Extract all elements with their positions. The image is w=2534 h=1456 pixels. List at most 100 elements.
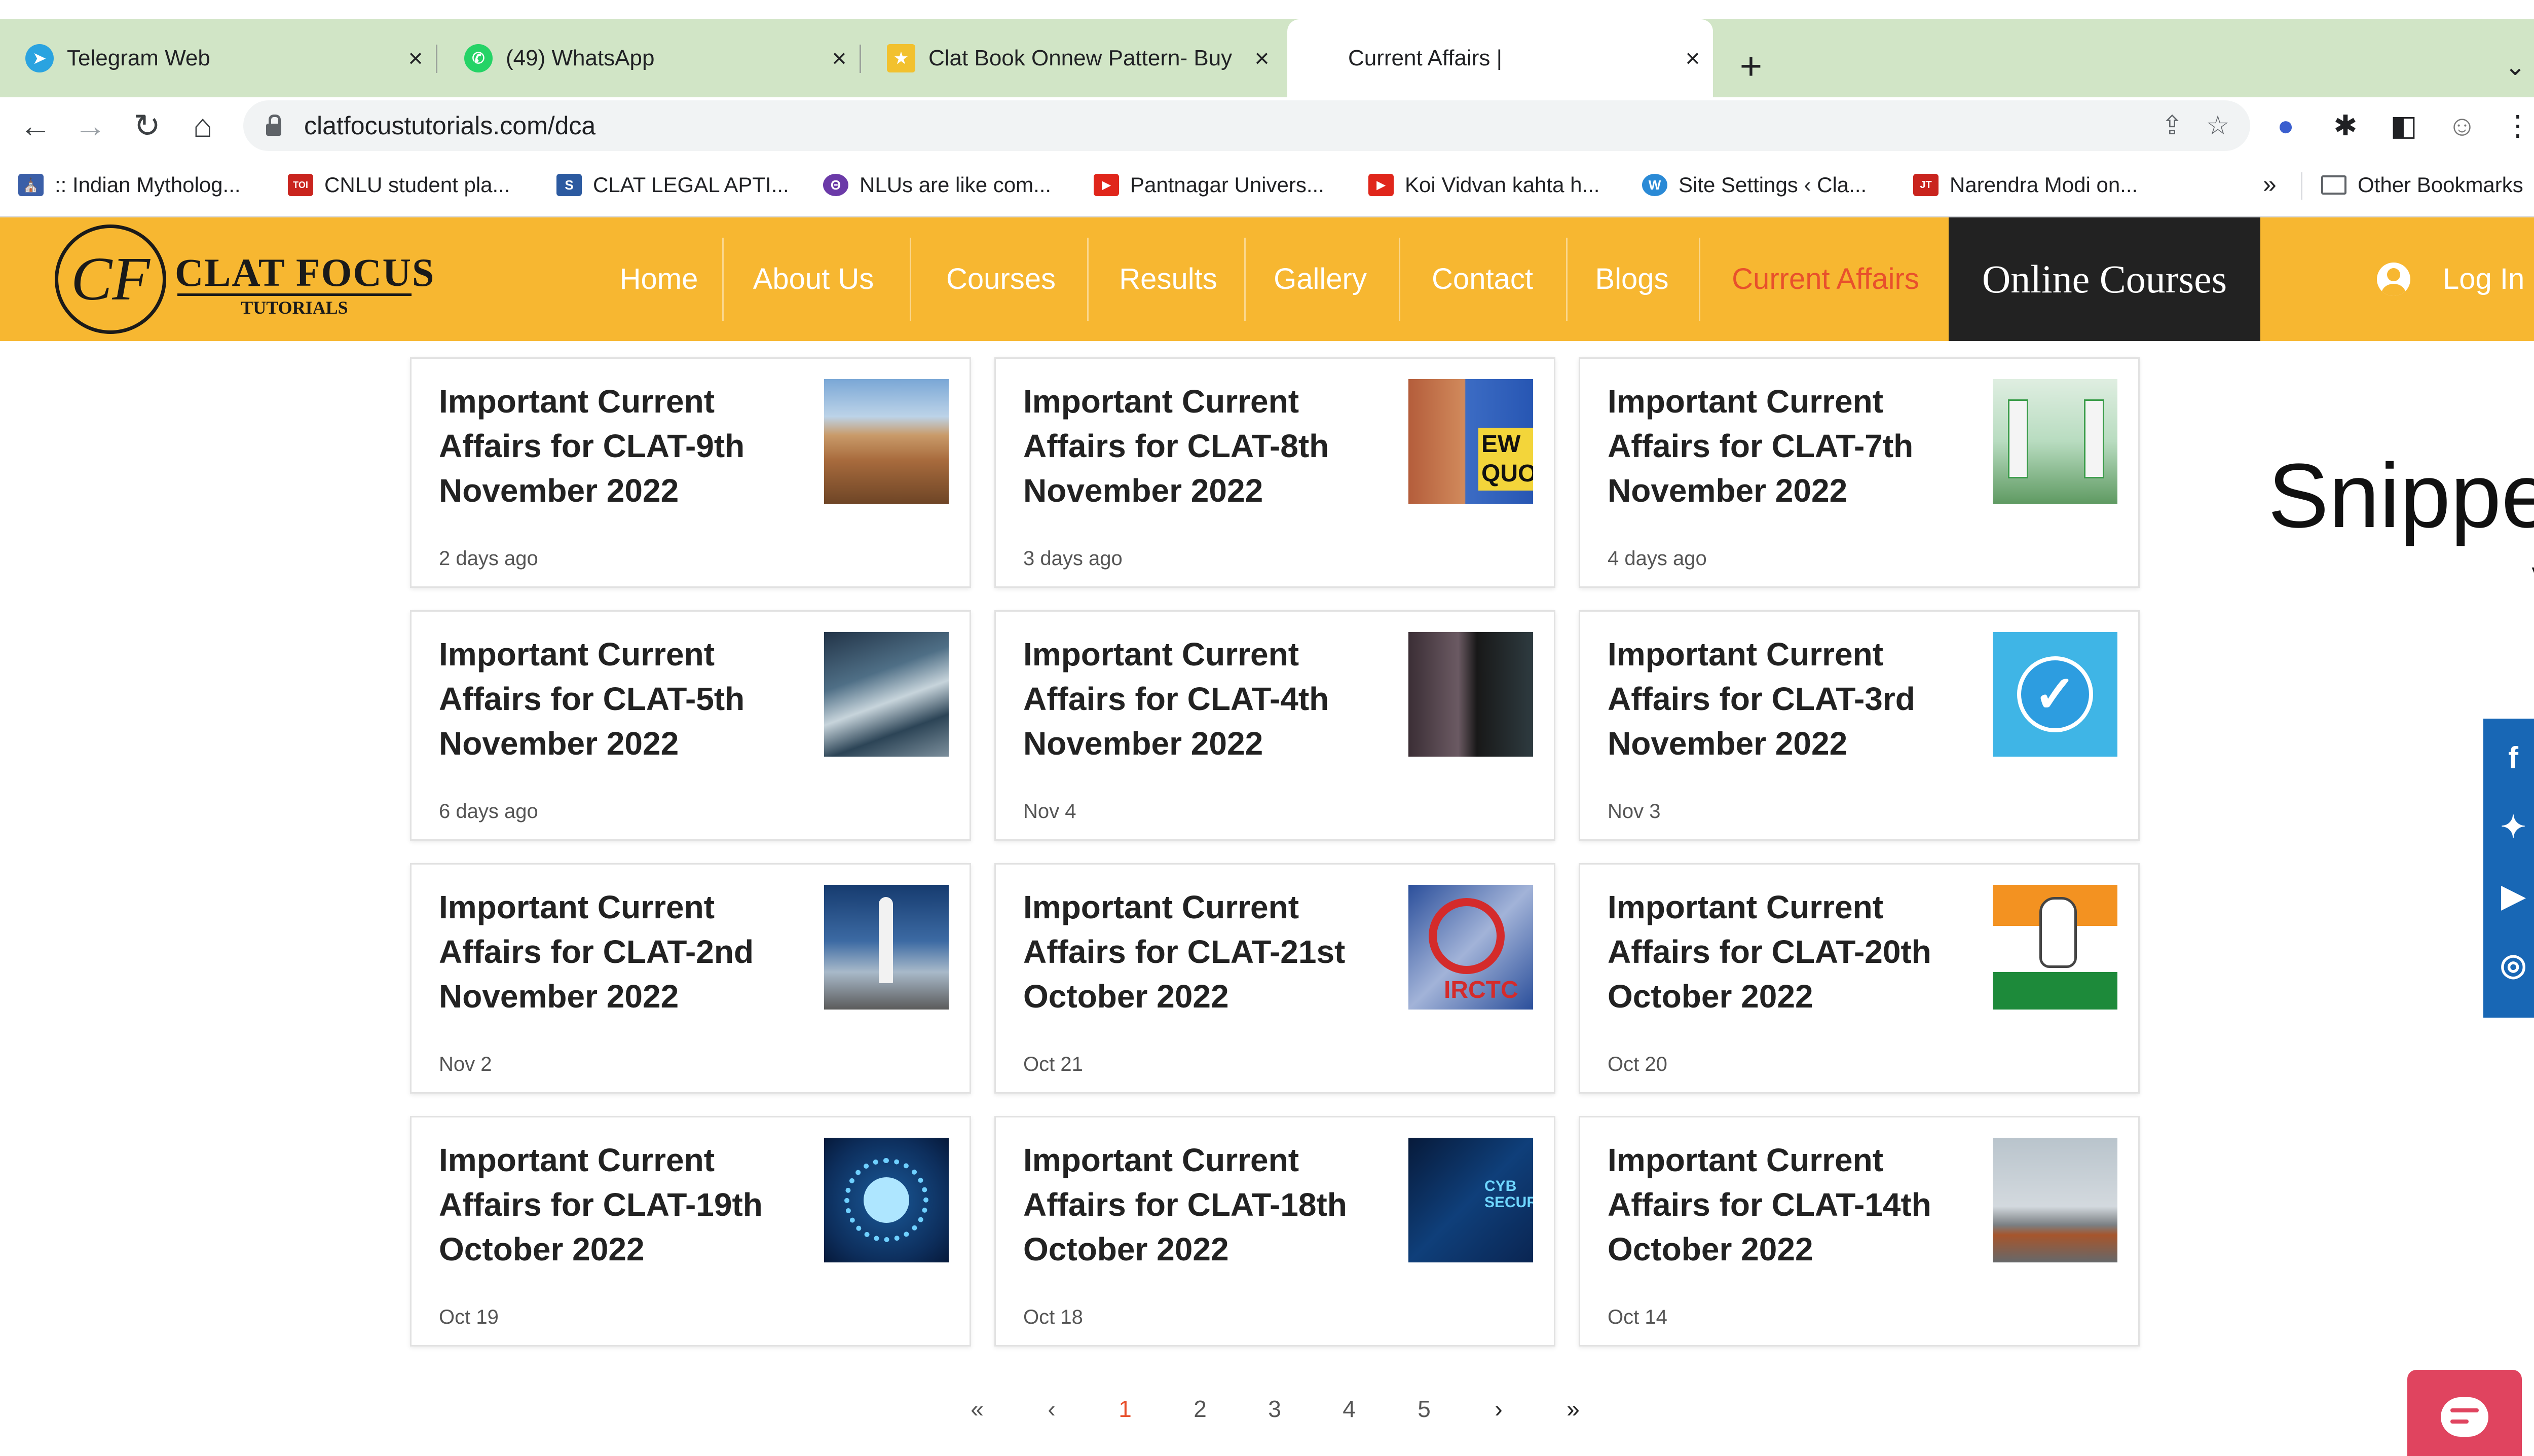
bookmark-item[interactable]: Θ NLUs are like com...: [823, 167, 1051, 203]
home-icon[interactable]: ⌂: [177, 100, 228, 151]
share-icon[interactable]: ⇪: [2154, 107, 2190, 144]
puzzle-icon[interactable]: ✱: [2326, 106, 2365, 145]
nav-home[interactable]: Home: [603, 217, 715, 341]
post-card[interactable]: Important Current Affairs for CLAT-21st …: [994, 863, 1555, 1094]
post-thumbnail[interactable]: ✓: [1993, 632, 2117, 757]
post-card[interactable]: Important Current Affairs for CLAT-18th …: [994, 1116, 1555, 1347]
address-bar[interactable]: clatfocustutorials.com/dca ⇪ ☆: [243, 100, 2250, 151]
post-card[interactable]: Important Current Affairs for CLAT-3rd N…: [1579, 610, 2140, 841]
profile-avatar[interactable]: ☺: [2443, 106, 2481, 145]
nav-contact[interactable]: Contact: [1406, 217, 1558, 341]
bookmark-item[interactable]: ▶ Koi Vidvan kahta h...: [1368, 167, 1599, 203]
pagination-next[interactable]: ›: [1478, 1389, 1519, 1429]
post-thumbnail[interactable]: [1408, 632, 1533, 757]
other-bookmarks-folder[interactable]: Other Bookmarks: [2321, 167, 2523, 203]
post-title[interactable]: Important Current Affairs for CLAT-9th N…: [439, 379, 824, 513]
close-icon[interactable]: ×: [819, 44, 860, 73]
user-icon[interactable]: [2377, 263, 2410, 296]
chevron-down-icon[interactable]: ⌄: [2492, 44, 2534, 89]
post-title[interactable]: Important Current Affairs for CLAT-21st …: [1023, 885, 1408, 1019]
extension-globe-icon[interactable]: ●: [2266, 106, 2305, 145]
close-icon[interactable]: ×: [395, 44, 436, 73]
new-tab-button[interactable]: +: [1723, 39, 1779, 94]
login-link[interactable]: Log In: [2443, 217, 2524, 341]
logo-title[interactable]: CLAT FOCUS: [175, 250, 435, 295]
post-thumbnail[interactable]: [824, 379, 949, 504]
tab-current-affairs[interactable]: Current Affairs | ×: [1287, 19, 1713, 97]
youtube-icon[interactable]: ▶: [2483, 862, 2534, 930]
post-thumbnail[interactable]: [1993, 379, 2117, 504]
nav-results[interactable]: Results: [1095, 217, 1242, 341]
post-title[interactable]: Important Current Affairs for CLAT-3rd N…: [1608, 632, 1993, 766]
kebab-menu-icon[interactable]: ⋮: [2499, 106, 2534, 145]
facebook-icon[interactable]: f: [2483, 724, 2534, 793]
post-thumbnail[interactable]: EW QUO: [1408, 379, 1533, 504]
nav-current-affairs[interactable]: Current Affairs: [1709, 217, 1942, 341]
reload-icon[interactable]: ↻: [122, 100, 172, 151]
post-card[interactable]: Important Current Affairs for CLAT-4th N…: [994, 610, 1555, 841]
bookmark-item[interactable]: JT Narendra Modi on...: [1913, 167, 2138, 203]
post-date: 3 days ago: [1023, 547, 1123, 570]
url-text[interactable]: clatfocustutorials.com/dca: [304, 100, 595, 151]
pagination-prev[interactable]: ‹: [1031, 1389, 1072, 1429]
back-icon[interactable]: ←: [10, 100, 61, 151]
post-title[interactable]: Important Current Affairs for CLAT-20th …: [1608, 885, 1993, 1019]
pagination-page-1[interactable]: 1: [1105, 1389, 1145, 1429]
post-title[interactable]: Important Current Affairs for CLAT-2nd N…: [439, 885, 824, 1019]
twitter-icon[interactable]: ✦: [2483, 793, 2534, 862]
side-panel-icon[interactable]: ◧: [2384, 106, 2423, 145]
nav-gallery[interactable]: Gallery: [1252, 217, 1389, 341]
post-title[interactable]: Important Current Affairs for CLAT-5th N…: [439, 632, 824, 766]
logo-monogram[interactable]: CF: [55, 225, 166, 334]
post-thumbnail[interactable]: [1993, 885, 2117, 1010]
pagination-page-3[interactable]: 3: [1254, 1389, 1295, 1429]
post-title[interactable]: Important Current Affairs for CLAT-14th …: [1608, 1138, 1993, 1272]
screen-top-strip: [0, 0, 2534, 19]
pagination-first[interactable]: «: [957, 1389, 997, 1429]
post-card[interactable]: Important Current Affairs for CLAT-20th …: [1579, 863, 2140, 1094]
tab-separator: [436, 45, 437, 73]
close-icon[interactable]: ×: [1672, 44, 1713, 73]
post-title[interactable]: Important Current Affairs for CLAT-4th N…: [1023, 632, 1408, 766]
post-card[interactable]: Important Current Affairs for CLAT-2nd N…: [410, 863, 971, 1094]
bookmark-item[interactable]: ▶ Pantnagar Univers...: [1094, 167, 1324, 203]
post-thumbnail[interactable]: CYB SECUR: [1408, 1138, 1533, 1262]
bookmark-item[interactable]: ⛪:: Indian Mytholog...: [18, 167, 241, 203]
forward-icon[interactable]: →: [65, 100, 116, 151]
post-thumbnail[interactable]: [824, 632, 949, 757]
post-card[interactable]: Important Current Affairs for CLAT-7th N…: [1579, 357, 2140, 588]
post-card[interactable]: Important Current Affairs for CLAT-5th N…: [410, 610, 971, 841]
nav-courses[interactable]: Courses: [920, 217, 1082, 341]
post-thumbnail[interactable]: [824, 885, 949, 1010]
pagination-page-4[interactable]: 4: [1329, 1389, 1369, 1429]
post-title[interactable]: Important Current Affairs for CLAT-7th N…: [1608, 379, 1993, 513]
post-thumbnail[interactable]: IRCTC: [1408, 885, 1533, 1010]
post-title[interactable]: Important Current Affairs for CLAT-18th …: [1023, 1138, 1408, 1272]
pagination-last[interactable]: »: [1553, 1389, 1593, 1429]
bookmarks-overflow-button[interactable]: »: [2263, 167, 2277, 203]
nav-blogs[interactable]: Blogs: [1574, 217, 1690, 341]
post-card[interactable]: Important Current Affairs for CLAT-9th N…: [410, 357, 971, 588]
post-thumbnail[interactable]: [824, 1138, 949, 1262]
bookmark-item[interactable]: TOI CNLU student pla...: [288, 167, 510, 203]
online-courses-button[interactable]: Online Courses: [1949, 217, 2260, 341]
post-card[interactable]: Important Current Affairs for CLAT-19th …: [410, 1116, 971, 1347]
bookmark-item[interactable]: W Site Settings ‹ Cla...: [1642, 167, 1867, 203]
star-icon[interactable]: ☆: [2200, 107, 2236, 144]
post-thumbnail[interactable]: [1993, 1138, 2117, 1262]
bookmark-item[interactable]: S CLAT LEGAL APTI...: [556, 167, 789, 203]
post-date: Oct 21: [1023, 1053, 1083, 1075]
post-card[interactable]: Important Current Affairs for CLAT-8th N…: [994, 357, 1555, 588]
post-card[interactable]: Important Current Affairs for CLAT-14th …: [1579, 1116, 2140, 1347]
tab-telegram[interactable]: ➤ Telegram Web ×: [0, 19, 436, 97]
tab-clat-book[interactable]: ★ Clat Book Onnew Pattern- Buy ×: [862, 19, 1282, 97]
chat-button[interactable]: [2407, 1370, 2522, 1456]
tab-whatsapp[interactable]: ✆ (49) WhatsApp ×: [439, 19, 860, 97]
pagination-page-5[interactable]: 5: [1404, 1389, 1444, 1429]
post-title[interactable]: Important Current Affairs for CLAT-8th N…: [1023, 379, 1408, 513]
pagination-page-2[interactable]: 2: [1180, 1389, 1220, 1429]
close-icon[interactable]: ×: [1242, 44, 1282, 73]
nav-about-us[interactable]: About Us: [730, 217, 897, 341]
instagram-icon[interactable]: ◎: [2483, 930, 2534, 999]
post-title[interactable]: Important Current Affairs for CLAT-19th …: [439, 1138, 824, 1272]
